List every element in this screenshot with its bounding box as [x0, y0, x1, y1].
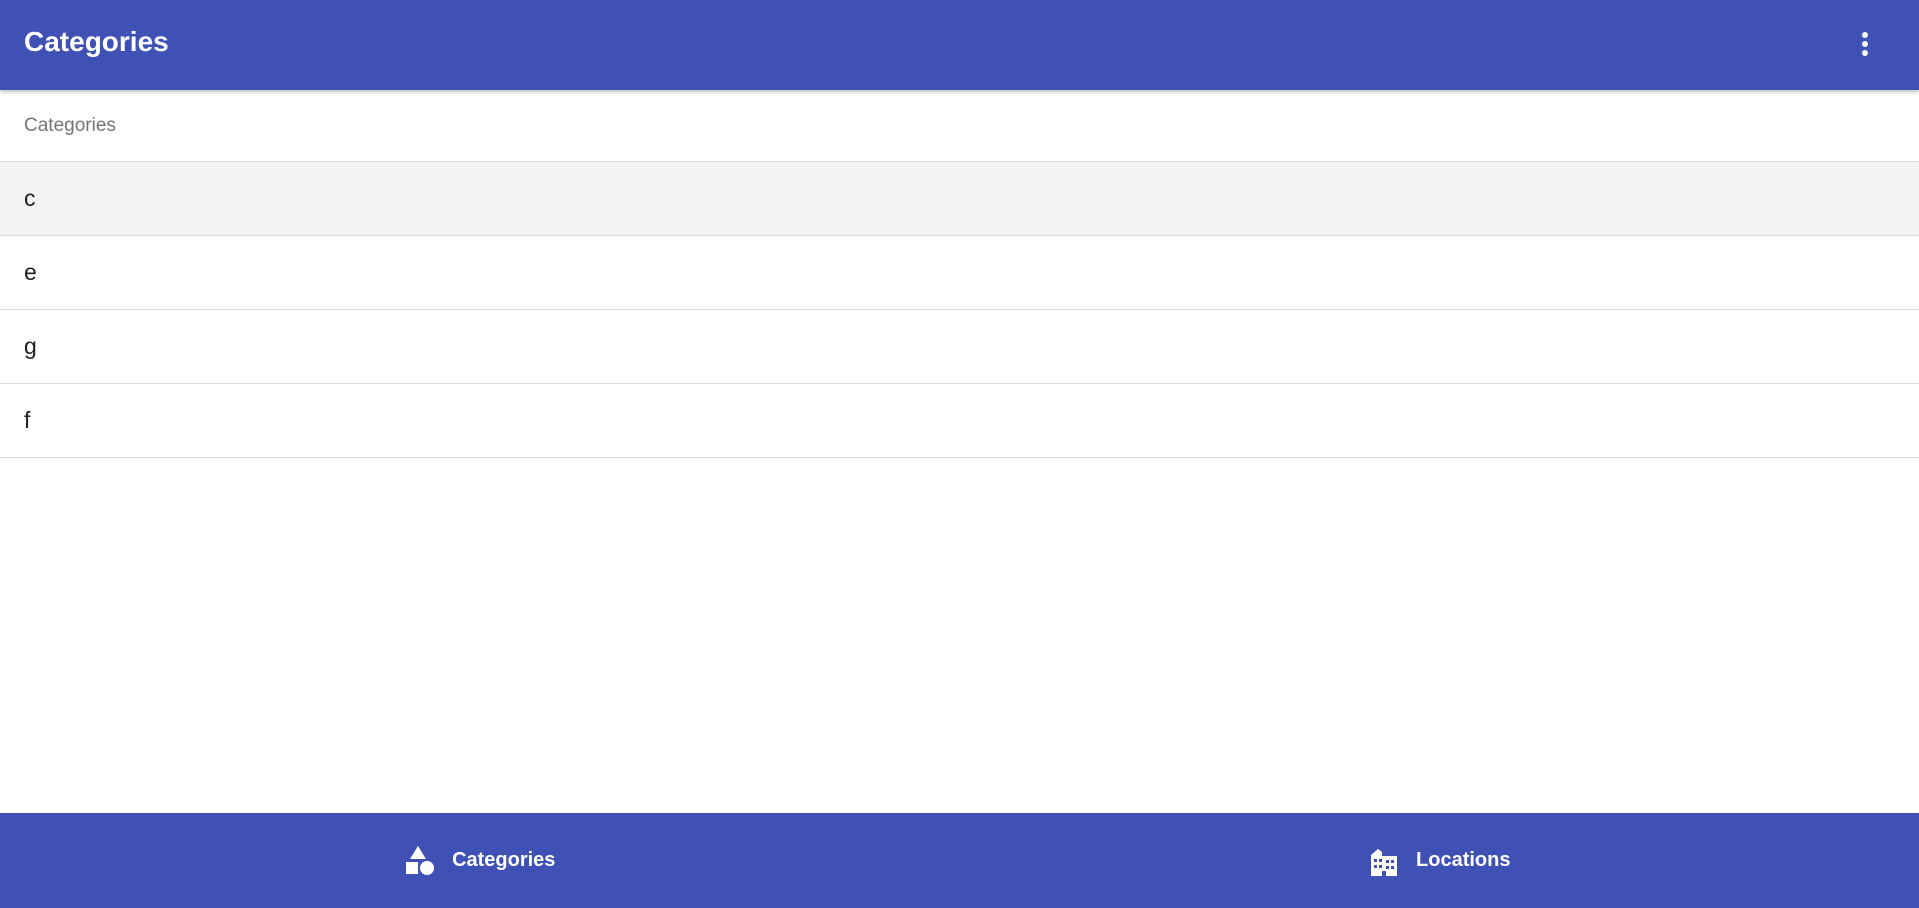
- overflow-menu-button[interactable]: [1841, 22, 1889, 66]
- list-item[interactable]: f: [0, 384, 1919, 458]
- list-item[interactable]: c: [0, 162, 1919, 236]
- bottom-navigation: Categories Locations: [0, 813, 1919, 908]
- nav-item-locations[interactable]: Locations: [960, 813, 1919, 908]
- list-subheader: Categories: [0, 90, 1919, 162]
- categories-list: Categories c e g f: [0, 90, 1919, 458]
- list-item[interactable]: g: [0, 310, 1919, 384]
- buildings-icon: [1368, 845, 1400, 877]
- list-item-label: g: [24, 333, 37, 359]
- list-item-label: c: [24, 185, 36, 211]
- app-bar: Categories: [0, 0, 1919, 90]
- shapes-icon: [404, 845, 436, 877]
- nav-item-label: Categories: [452, 849, 556, 871]
- app-window: Categories Categories c e g f Categories…: [0, 0, 1919, 908]
- nav-item-label: Locations: [1416, 849, 1511, 871]
- list-item[interactable]: e: [0, 236, 1919, 310]
- list-item-label: e: [24, 259, 37, 285]
- page-title: Categories: [24, 26, 169, 57]
- nav-item-categories[interactable]: Categories: [0, 813, 960, 908]
- more-vert-icon: [1841, 31, 1889, 57]
- list-item-label: f: [24, 407, 31, 433]
